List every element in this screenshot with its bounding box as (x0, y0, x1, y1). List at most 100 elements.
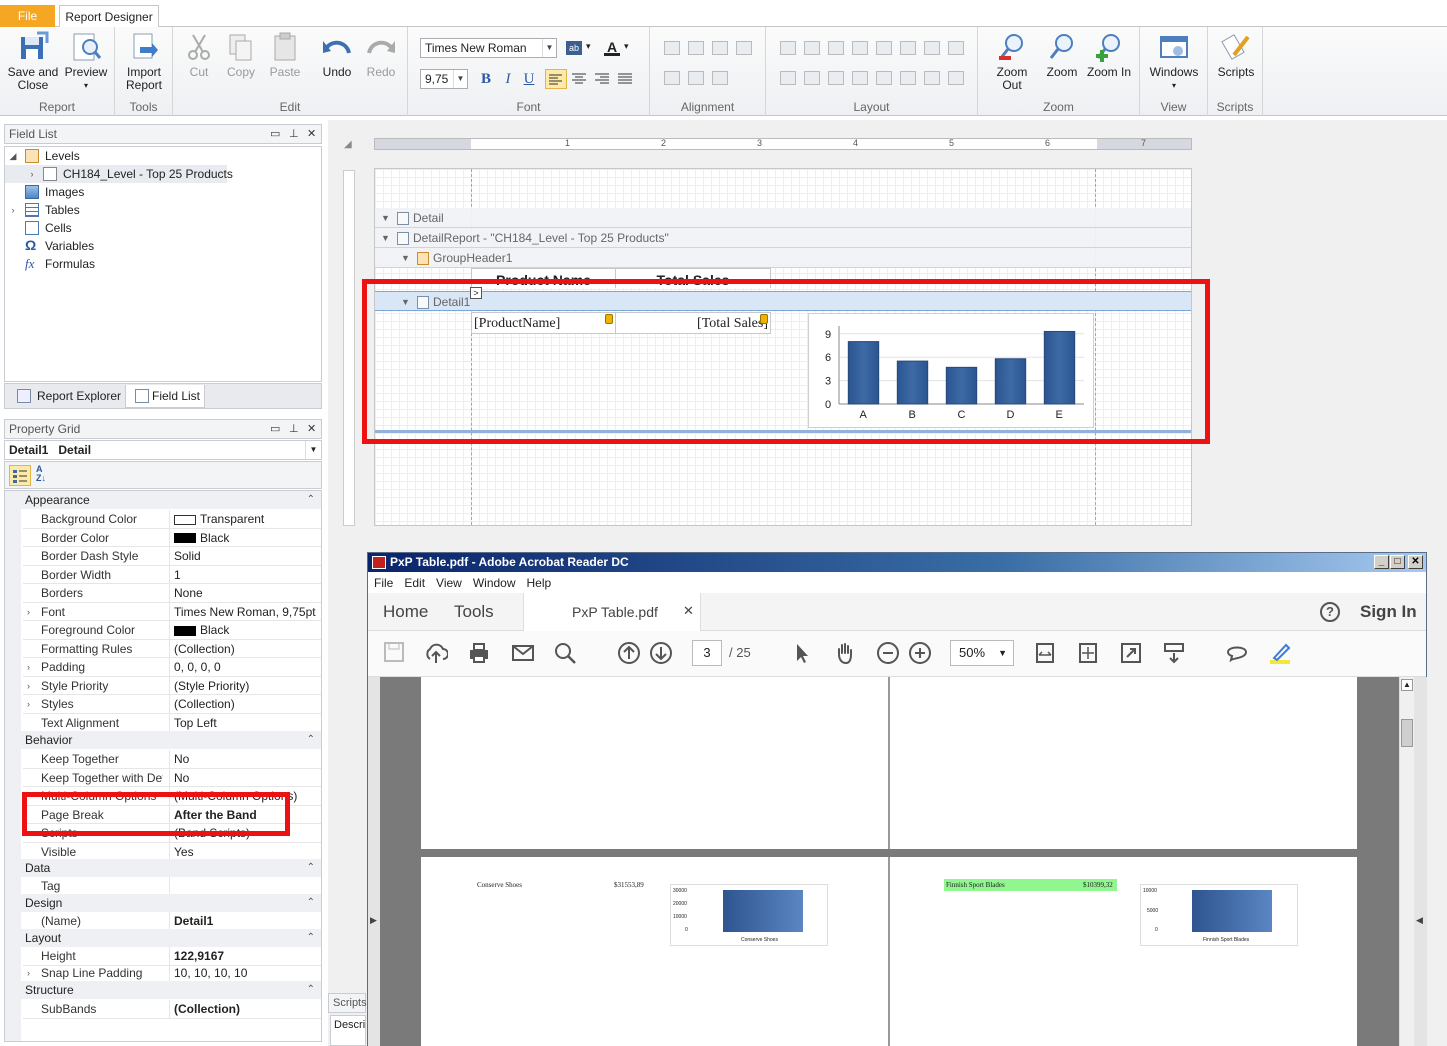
font-name-select[interactable]: Times New Roman ▼ (420, 38, 557, 58)
chevron-right-icon[interactable]: ▶ (370, 915, 377, 926)
pin-icon[interactable]: ⊥ (289, 125, 299, 143)
prop-row-background-color[interactable]: Background Color Transparent (23, 510, 321, 529)
justify-button[interactable] (617, 71, 633, 85)
font-size-select[interactable]: 9,75 ▼ (420, 69, 468, 89)
prop-value[interactable]: 10, 10, 10, 10 (169, 964, 319, 982)
email-icon[interactable] (511, 641, 535, 665)
prop-row-tag[interactable]: Tag (23, 877, 321, 896)
zoom-button[interactable]: Zoom (1042, 31, 1082, 79)
prop-row-formatting-rules[interactable]: Formatting Rules (Collection) (23, 639, 321, 658)
tree-item-level[interactable]: › CH184_Level - Top 25 Products (5, 165, 233, 183)
prop-value[interactable]: 122,9167 (169, 947, 319, 965)
prop-row-foreground-color[interactable]: Foreground Color Black (23, 621, 321, 640)
save-and-close-button[interactable]: Save and Close (6, 31, 60, 92)
nav-home[interactable]: Home (383, 602, 428, 622)
category-appearance[interactable]: Appearance ⌃ (5, 491, 321, 509)
prop-value[interactable]: (Collection) (169, 1000, 319, 1018)
maximize-button[interactable]: □ (1390, 555, 1405, 569)
left-pane-toggle[interactable]: ▶ (368, 677, 380, 1046)
remove-vspacing-icon[interactable] (852, 71, 868, 85)
prop-row-border-color[interactable]: Border Color Black (23, 528, 321, 547)
selected-object-combo[interactable]: Detail1 Detail ▼ (4, 440, 322, 460)
align-left-button[interactable] (545, 69, 567, 89)
windows-button[interactable]: Windows ▾ (1148, 31, 1200, 92)
nav-tools[interactable]: Tools (454, 602, 494, 622)
align-lefts-icon[interactable] (688, 41, 704, 55)
same-size-icon[interactable] (828, 41, 844, 55)
prop-value[interactable] (169, 877, 319, 895)
import-report-button[interactable]: Import Report (121, 31, 167, 92)
pin-icon[interactable]: ⊥ (289, 420, 299, 438)
scripts-button[interactable]: Scripts (1214, 31, 1258, 79)
close-icon[interactable]: ✕ (307, 125, 316, 143)
chevron-right-icon[interactable]: › (8, 201, 18, 219)
fit-page-icon[interactable] (1076, 641, 1100, 665)
save-icon[interactable] (382, 641, 406, 665)
prop-value[interactable]: Yes (169, 842, 319, 861)
align-right-button[interactable] (594, 71, 610, 85)
band-group-header[interactable]: ▼ GroupHeader1 (375, 248, 1191, 268)
collapse-triangle-icon[interactable]: ▼ (381, 228, 390, 248)
collapse-triangle-icon[interactable]: ▼ (381, 208, 390, 228)
prop-value[interactable]: (Collection) (169, 695, 319, 713)
prop-row-border-width[interactable]: Border Width 1 (23, 565, 321, 584)
decrease-vspacing-icon[interactable] (828, 71, 844, 85)
same-height-icon[interactable] (804, 41, 820, 55)
menu-edit[interactable]: Edit (404, 576, 425, 590)
page-down-icon[interactable] (649, 641, 673, 665)
increase-hspacing-icon[interactable] (900, 41, 916, 55)
vertical-scrollbar[interactable]: ▲ (1399, 677, 1414, 1046)
collapse-icon[interactable]: ⌃ (307, 894, 315, 912)
align-tops-icon[interactable] (664, 71, 680, 85)
size-to-grid-icon[interactable] (852, 41, 868, 55)
chevron-down-icon[interactable]: ▾ (624, 41, 640, 55)
zoom-out-icon[interactable] (876, 641, 900, 665)
category-behavior[interactable]: Behavior ⌃ (5, 731, 321, 749)
undo-button[interactable]: Undo (317, 31, 357, 79)
collapse-icon[interactable]: ⌃ (307, 929, 315, 947)
fit-width-icon[interactable] (1033, 641, 1057, 665)
prop-value[interactable]: 1 (169, 565, 319, 584)
prop-row-padding[interactable]: › Padding 0, 0, 0, 0 (23, 658, 321, 677)
align-center-button[interactable] (571, 71, 587, 85)
prop-value[interactable]: Top Left (169, 713, 319, 732)
prop-value[interactable]: None (169, 584, 319, 602)
hand-tool-icon[interactable] (833, 641, 857, 665)
prop-row-height[interactable]: Height 122,9167 (23, 947, 321, 966)
prop-value[interactable]: No (169, 750, 319, 768)
chevron-left-icon[interactable]: ◀ (1416, 915, 1423, 926)
align-bottoms-icon[interactable] (712, 71, 728, 85)
send-to-back-icon[interactable] (948, 71, 964, 85)
window-position-icon[interactable]: ▭ (270, 420, 280, 438)
prop-row-name[interactable]: (Name) Detail1 (23, 912, 321, 931)
chevron-right-icon[interactable]: › (27, 603, 30, 621)
prop-row-snap-line-padding[interactable]: › Snap Line Padding 10, 10, 10, 10 (23, 964, 321, 983)
zoom-in-icon[interactable] (908, 641, 932, 665)
prop-value[interactable]: Solid (169, 547, 319, 565)
highlight-color-icon[interactable]: ab (566, 41, 582, 55)
prop-value[interactable]: Times New Roman, 9,75pt (169, 602, 319, 621)
prop-row-borders[interactable]: Borders None (23, 584, 321, 603)
band-detail[interactable]: ▼ Detail (375, 208, 1191, 228)
band-detail-report[interactable]: ▼ DetailReport - "CH184_Level - Top 25 P… (375, 228, 1191, 248)
prop-value[interactable]: Black (169, 528, 319, 547)
collapse-triangle-icon[interactable]: ▼ (401, 248, 410, 268)
prop-value[interactable]: Transparent (169, 510, 319, 528)
page-up-icon[interactable] (617, 641, 641, 665)
tab-report-designer[interactable]: Report Designer (59, 5, 159, 28)
center-vertically-icon[interactable] (900, 71, 916, 85)
same-width-icon[interactable] (780, 41, 796, 55)
collapse-icon[interactable]: ⌃ (307, 981, 315, 999)
prop-value[interactable]: (Style Priority) (169, 676, 319, 695)
comment-icon[interactable] (1225, 641, 1249, 665)
preview-button[interactable]: Preview ▾ (62, 31, 110, 92)
tab-file[interactable]: File (0, 5, 55, 27)
collapse-icon[interactable]: ⌃ (307, 859, 315, 877)
page-number-input[interactable]: 3 (692, 640, 722, 666)
increase-vspacing-icon[interactable] (804, 71, 820, 85)
vertical-spacing-icon[interactable] (780, 71, 796, 85)
align-rights-icon[interactable] (736, 41, 752, 55)
align-to-grid-icon[interactable] (664, 41, 680, 55)
underline-button[interactable]: U (521, 71, 537, 87)
minimize-button[interactable]: _ (1374, 555, 1389, 569)
